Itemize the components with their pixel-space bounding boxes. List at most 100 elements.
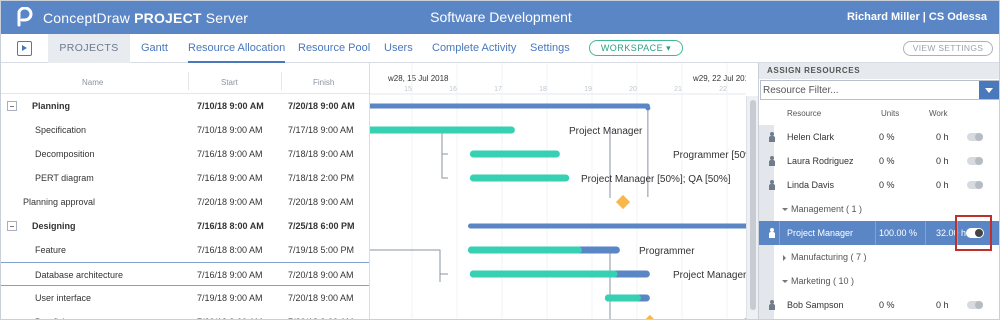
view-settings-button[interactable]: VIEW SETTINGS bbox=[903, 41, 993, 56]
task-name: PERT diagram bbox=[35, 173, 94, 183]
table-row[interactable]: Specification 7/10/18 9:00 AM 7/17/18 9:00… bbox=[1, 118, 369, 142]
day-tick-label: 20 bbox=[629, 86, 637, 93]
column-divider[interactable] bbox=[281, 72, 282, 90]
assign-toggle[interactable] bbox=[967, 157, 983, 165]
task-name: Feature bbox=[35, 245, 67, 255]
task-name: User interface bbox=[35, 293, 92, 303]
task-name: Designing bbox=[32, 221, 76, 231]
chevron-down-icon[interactable] bbox=[979, 81, 999, 99]
collapsed-arrow-icon[interactable] bbox=[783, 255, 786, 261]
task-grid-header: Name Start Finish bbox=[1, 68, 369, 94]
cell-divider bbox=[875, 221, 876, 245]
brand: ConceptDraw PROJECT Server bbox=[43, 10, 248, 26]
task-summary-row[interactable]: Designing 7/16/18 8:00 AM 7/25/18 6:00 PM bbox=[1, 214, 369, 238]
task-bar-progress bbox=[468, 246, 582, 254]
resource-group-name: Manufacturing ( 7 ) bbox=[791, 252, 867, 262]
assign-toggle[interactable] bbox=[967, 301, 983, 309]
resource-group-row[interactable]: Marketing ( 10 ) bbox=[759, 269, 999, 293]
task-name: Database architecture bbox=[35, 270, 124, 280]
task-bar[interactable] bbox=[370, 126, 515, 134]
person-icon bbox=[769, 300, 775, 310]
conceptdraw-logo-icon bbox=[17, 7, 33, 27]
task-finish: 7/20/18 9:00 AM bbox=[288, 310, 354, 319]
tab-gantt[interactable]: Gantt bbox=[141, 34, 168, 63]
resource-row[interactable]: Bob Sampson 0 % 0 h bbox=[759, 293, 999, 317]
workspace-dropdown[interactable]: WORKSPACE ▾ bbox=[589, 40, 683, 56]
task-finish: 7/20/18 9:00 AM bbox=[288, 270, 354, 280]
user-account[interactable]: Richard Miller | CS Odessa bbox=[847, 11, 987, 23]
column-finish[interactable]: Finish bbox=[313, 78, 334, 87]
task-finish: 7/18/18 9:00 AM bbox=[288, 149, 354, 159]
brand-product: PROJECT bbox=[134, 10, 202, 26]
column-divider[interactable] bbox=[188, 72, 189, 90]
day-tick-label: 21 bbox=[674, 86, 682, 93]
milestone-diamond[interactable] bbox=[615, 194, 631, 210]
scrollbar-thumb[interactable] bbox=[750, 100, 756, 310]
collapse-icon[interactable] bbox=[7, 101, 17, 111]
gantt-chart: w28, 15 Jul 2018 w29, 22 Jul 2018 15 16 17 18… bbox=[369, 63, 746, 319]
task-finish: 7/25/18 6:00 PM bbox=[288, 221, 355, 231]
expanded-arrow-icon[interactable] bbox=[782, 280, 788, 283]
resource-row[interactable]: Linda Davis 0 % 0 h bbox=[759, 173, 999, 197]
resource-assignment-label: Project Manager [50%]; QA [50%] bbox=[581, 174, 731, 185]
task-start: 7/20/18 9:00 AM bbox=[197, 310, 263, 319]
app-window: ConceptDraw PROJECT Server Software Deve… bbox=[0, 0, 1000, 320]
task-start: 7/10/18 9:00 AM bbox=[197, 101, 264, 111]
resource-row[interactable]: Laura Rodriguez 0 % 0 h bbox=[759, 149, 999, 173]
assign-toggle[interactable] bbox=[967, 133, 983, 141]
tab-complete-activity[interactable]: Complete Activity bbox=[432, 34, 516, 63]
table-row[interactable]: Planning approval 7/20/18 9:00 AM 7/20/18 … bbox=[1, 190, 369, 214]
table-row[interactable]: User interface 7/19/18 9:00 AM 7/20/18 9:0… bbox=[1, 286, 369, 310]
tab-projects[interactable]: PROJECTS bbox=[48, 34, 130, 63]
summary-bar[interactable] bbox=[468, 223, 746, 229]
tab-resource-allocation[interactable]: Resource Allocation bbox=[188, 34, 286, 63]
resource-work: 0 h bbox=[936, 156, 949, 166]
day-tick-label: 16 bbox=[449, 86, 457, 93]
column-name[interactable]: Name bbox=[82, 78, 103, 87]
collapse-icon[interactable] bbox=[7, 221, 17, 231]
week-label: w28, 15 Jul 2018 bbox=[387, 74, 449, 83]
assign-toggle[interactable] bbox=[967, 181, 983, 189]
table-row[interactable]: Database architecture 7/16/18 9:00 AM 7/20… bbox=[1, 262, 369, 286]
expanded-arrow-icon[interactable] bbox=[782, 208, 788, 211]
resource-group-name: Marketing ( 10 ) bbox=[791, 276, 855, 286]
resource-units: 0 % bbox=[879, 300, 895, 310]
sidebar-toggle-icon[interactable] bbox=[17, 41, 32, 56]
day-tick-label: 22 bbox=[719, 86, 727, 93]
resource-work: 0 h bbox=[936, 300, 949, 310]
column-work: Work bbox=[929, 109, 948, 118]
task-finish: 7/20/18 9:00 AM bbox=[288, 101, 355, 111]
table-row[interactable]: Bug fixing 7/20/18 9:00 AM 7/20/18 9:00 AM bbox=[1, 310, 369, 319]
task-start: 7/10/18 9:00 AM bbox=[197, 125, 263, 135]
resource-name: Bob Sampson bbox=[787, 300, 844, 310]
toggle-highlight-frame bbox=[955, 215, 992, 251]
task-finish: 7/18/18 2:00 PM bbox=[288, 173, 355, 183]
tab-resource-pool[interactable]: Resource Pool bbox=[298, 34, 370, 63]
resource-units: 100.00 % bbox=[879, 228, 918, 238]
task-finish: 7/17/18 9:00 AM bbox=[288, 125, 354, 135]
cell-divider bbox=[925, 221, 926, 245]
resource-filter-input[interactable] bbox=[763, 83, 973, 97]
resource-work: 0 h bbox=[936, 180, 949, 190]
table-row[interactable]: PERT diagram 7/16/18 9:00 AM 7/18/18 2:00 … bbox=[1, 166, 369, 190]
cell-divider bbox=[779, 221, 780, 245]
brand-suffix: Server bbox=[205, 10, 249, 26]
panel-title: ASSIGN RESOURCES bbox=[759, 63, 999, 79]
table-row[interactable]: Feature 7/16/18 8:00 AM 7/19/18 5:00 PM bbox=[1, 238, 369, 262]
brand-name: ConceptDraw bbox=[43, 10, 131, 26]
task-summary-row[interactable]: Planning 7/10/18 9:00 AM 7/20/18 9:00 AM bbox=[1, 94, 369, 118]
table-row[interactable]: Decomposition 7/16/18 9:00 AM 7/18/18 9:00… bbox=[1, 142, 369, 166]
task-bar[interactable] bbox=[469, 150, 560, 158]
task-bar-progress bbox=[604, 294, 641, 302]
task-bar[interactable] bbox=[469, 174, 570, 182]
tab-settings[interactable]: Settings bbox=[530, 34, 570, 63]
summary-bar[interactable] bbox=[370, 103, 650, 109]
resource-row[interactable]: Helen Clark 0 % 0 h bbox=[759, 125, 999, 149]
tab-users[interactable]: Users bbox=[384, 34, 413, 63]
gantt-scrollbar[interactable] bbox=[746, 96, 758, 319]
day-tick-label: 15 bbox=[404, 86, 412, 93]
column-start[interactable]: Start bbox=[221, 78, 238, 87]
resource-assignment-label: Programmer [50%] bbox=[673, 150, 746, 161]
resource-name: Linda Davis bbox=[787, 180, 835, 190]
task-finish: 7/20/18 9:00 AM bbox=[288, 197, 354, 207]
